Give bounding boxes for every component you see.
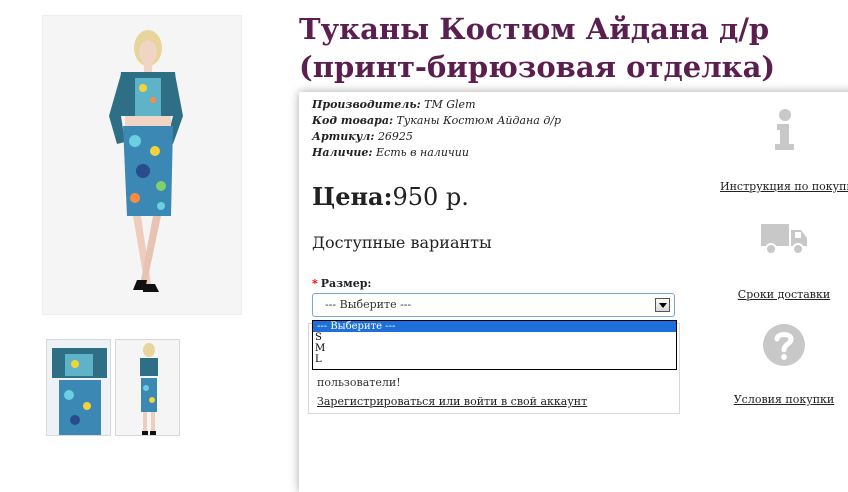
question-icon bbox=[763, 324, 805, 366]
model-illustration bbox=[43, 16, 241, 314]
info-icon bbox=[775, 109, 794, 150]
login-notice-text: пользователи! bbox=[317, 376, 401, 389]
meta-label: Наличие: bbox=[312, 146, 373, 159]
size-label-text: Размер: bbox=[320, 277, 372, 290]
price-value: 950 р. bbox=[392, 183, 469, 211]
truck-icon bbox=[761, 224, 807, 255]
meta-product-code: Код товара: Туканы Костюм Айдана д/р bbox=[312, 113, 561, 129]
price-label: Цена: bbox=[312, 182, 393, 211]
required-mark: * bbox=[312, 277, 318, 290]
instructions-link[interactable]: Инструкция по покупке bbox=[720, 180, 848, 193]
size-select[interactable]: --- Выберите --- bbox=[312, 293, 675, 317]
terms-link[interactable]: Условия покупки bbox=[720, 393, 848, 406]
size-option-s[interactable]: S bbox=[313, 332, 676, 343]
meta-article: Артикул: 26925 bbox=[312, 129, 561, 145]
meta-label: Код товара: bbox=[312, 114, 394, 127]
thumbnail-front-illustration bbox=[47, 340, 110, 435]
product-thumbnail-back[interactable] bbox=[115, 339, 180, 436]
product-main-image[interactable] bbox=[42, 15, 242, 315]
size-dropdown-list[interactable]: --- Выберите --- S M L bbox=[312, 320, 677, 370]
size-select-value: --- Выберите --- bbox=[325, 298, 412, 311]
size-label: * Размер: bbox=[312, 277, 372, 290]
meta-value: Туканы Костюм Айдана д/р bbox=[396, 114, 562, 127]
terms-block: Условия покупки bbox=[720, 322, 848, 406]
meta-value: Есть в наличии bbox=[376, 146, 469, 159]
delivery-link[interactable]: Сроки доставки bbox=[720, 288, 848, 301]
product-title: Туканы Костюм Айдана д/р (принт-бирюзова… bbox=[299, 12, 776, 84]
meta-manufacturer: Производитель: TM Glem bbox=[312, 97, 561, 113]
delivery-block: Сроки доставки bbox=[720, 218, 848, 301]
meta-label: Артикул: bbox=[312, 130, 375, 143]
product-price: Цена:950 р. bbox=[312, 182, 469, 211]
meta-label: Производитель: bbox=[312, 98, 421, 111]
meta-value: 26925 bbox=[377, 130, 413, 143]
meta-value: TM Glem bbox=[424, 98, 476, 111]
meta-availability: Наличие: Есть в наличии bbox=[312, 145, 561, 161]
product-thumbnail-front[interactable] bbox=[46, 339, 111, 436]
product-meta: Производитель: TM Glem Код товара: Тукан… bbox=[312, 97, 561, 161]
size-option-l[interactable]: L bbox=[313, 354, 676, 365]
size-option-placeholder[interactable]: --- Выберите --- bbox=[313, 321, 676, 332]
thumbnail-back-illustration bbox=[116, 340, 179, 435]
instructions-block: Инструкция по покупке bbox=[720, 108, 848, 193]
options-heading: Доступные варианты bbox=[312, 233, 492, 252]
login-register-link[interactable]: Зарегистрироваться или войти в свой акка… bbox=[317, 395, 587, 408]
chevron-down-icon[interactable] bbox=[655, 298, 670, 312]
size-option-m[interactable]: M bbox=[313, 343, 676, 354]
